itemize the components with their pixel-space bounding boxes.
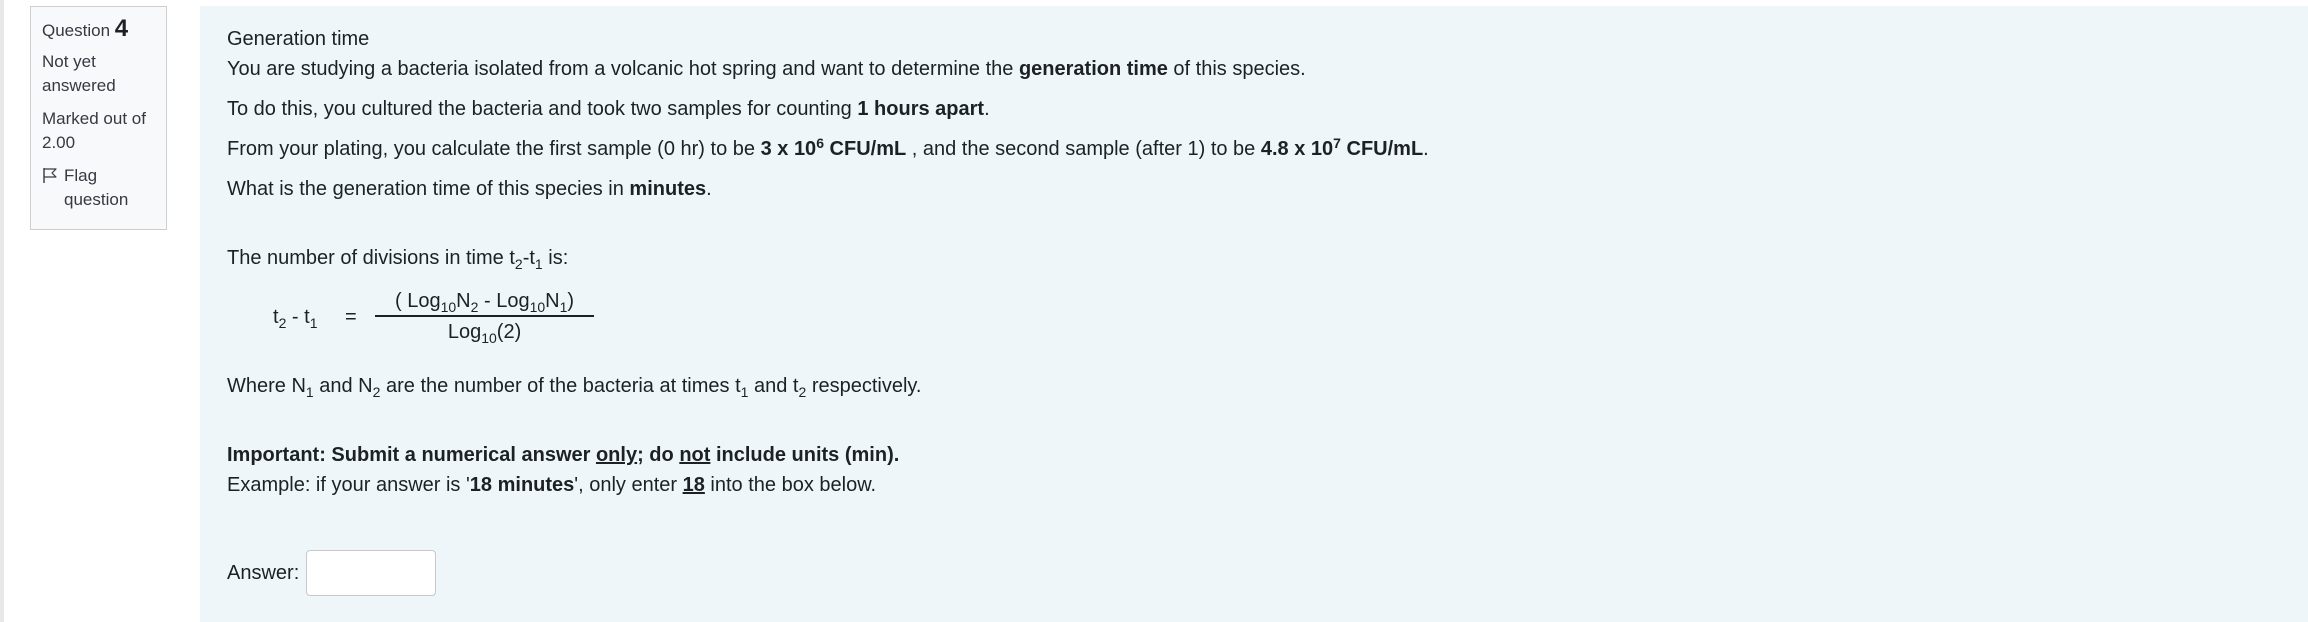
question-grade: Marked out of 2.00 xyxy=(42,109,146,152)
formula-equals: = xyxy=(345,306,357,328)
question-number-value: 4 xyxy=(114,15,129,42)
flag-icon[interactable] xyxy=(42,167,59,184)
answer-input[interactable] xyxy=(306,550,437,596)
question-state: Not yet answered xyxy=(42,52,116,95)
question-title: Generation time xyxy=(227,28,370,50)
formula-numerator: ( Log10N2 - Log10N1) xyxy=(375,287,595,317)
answer-row: Answer: xyxy=(227,550,437,596)
flag-question-link[interactable]: Flag question xyxy=(42,164,155,212)
question-label: Question xyxy=(42,21,111,40)
formula-intro: The number of divisions in time t2-t1 is… xyxy=(227,247,569,272)
formula-fraction: ( Log10N2 - Log10N1) Log10(2) xyxy=(375,287,595,347)
question-info-panel: Question 4 Not yet answered Marked out o… xyxy=(30,6,167,230)
question-paragraph-2: To do this, you cultured the bacteria an… xyxy=(227,98,990,120)
answer-label: Answer: xyxy=(227,562,300,584)
formula-lhs: t2 - t1 xyxy=(273,306,318,331)
flag-question-label[interactable]: Flag question xyxy=(64,164,155,212)
left-edge-rule xyxy=(0,0,4,622)
important-note: Important: Submit a numerical answer onl… xyxy=(227,444,900,466)
formula-denominator: Log10(2) xyxy=(447,321,522,346)
question-paragraph-3: From your plating, you calculate the fir… xyxy=(227,135,1429,160)
question-paragraph-1: You are studying a bacteria isolated fro… xyxy=(227,58,1306,80)
example-note: Example: if your answer is '18 minutes',… xyxy=(227,474,877,496)
question-paragraph-4: What is the generation time of this spec… xyxy=(227,178,712,200)
first-sample-value: 3 x 106 CFU/mL xyxy=(760,135,907,160)
formula-where-note: Where N1 and N2 are the number of the ba… xyxy=(227,375,922,400)
division-formula: t2 - t1 = ( Log10N2 - Log10N1) Log10(2) xyxy=(273,285,2281,349)
question-number: Question 4 xyxy=(42,17,155,43)
second-sample-value: 4.8 x 107 CFU/mL xyxy=(1260,135,1424,160)
question-content: Generation time You are studying a bacte… xyxy=(200,6,2308,622)
